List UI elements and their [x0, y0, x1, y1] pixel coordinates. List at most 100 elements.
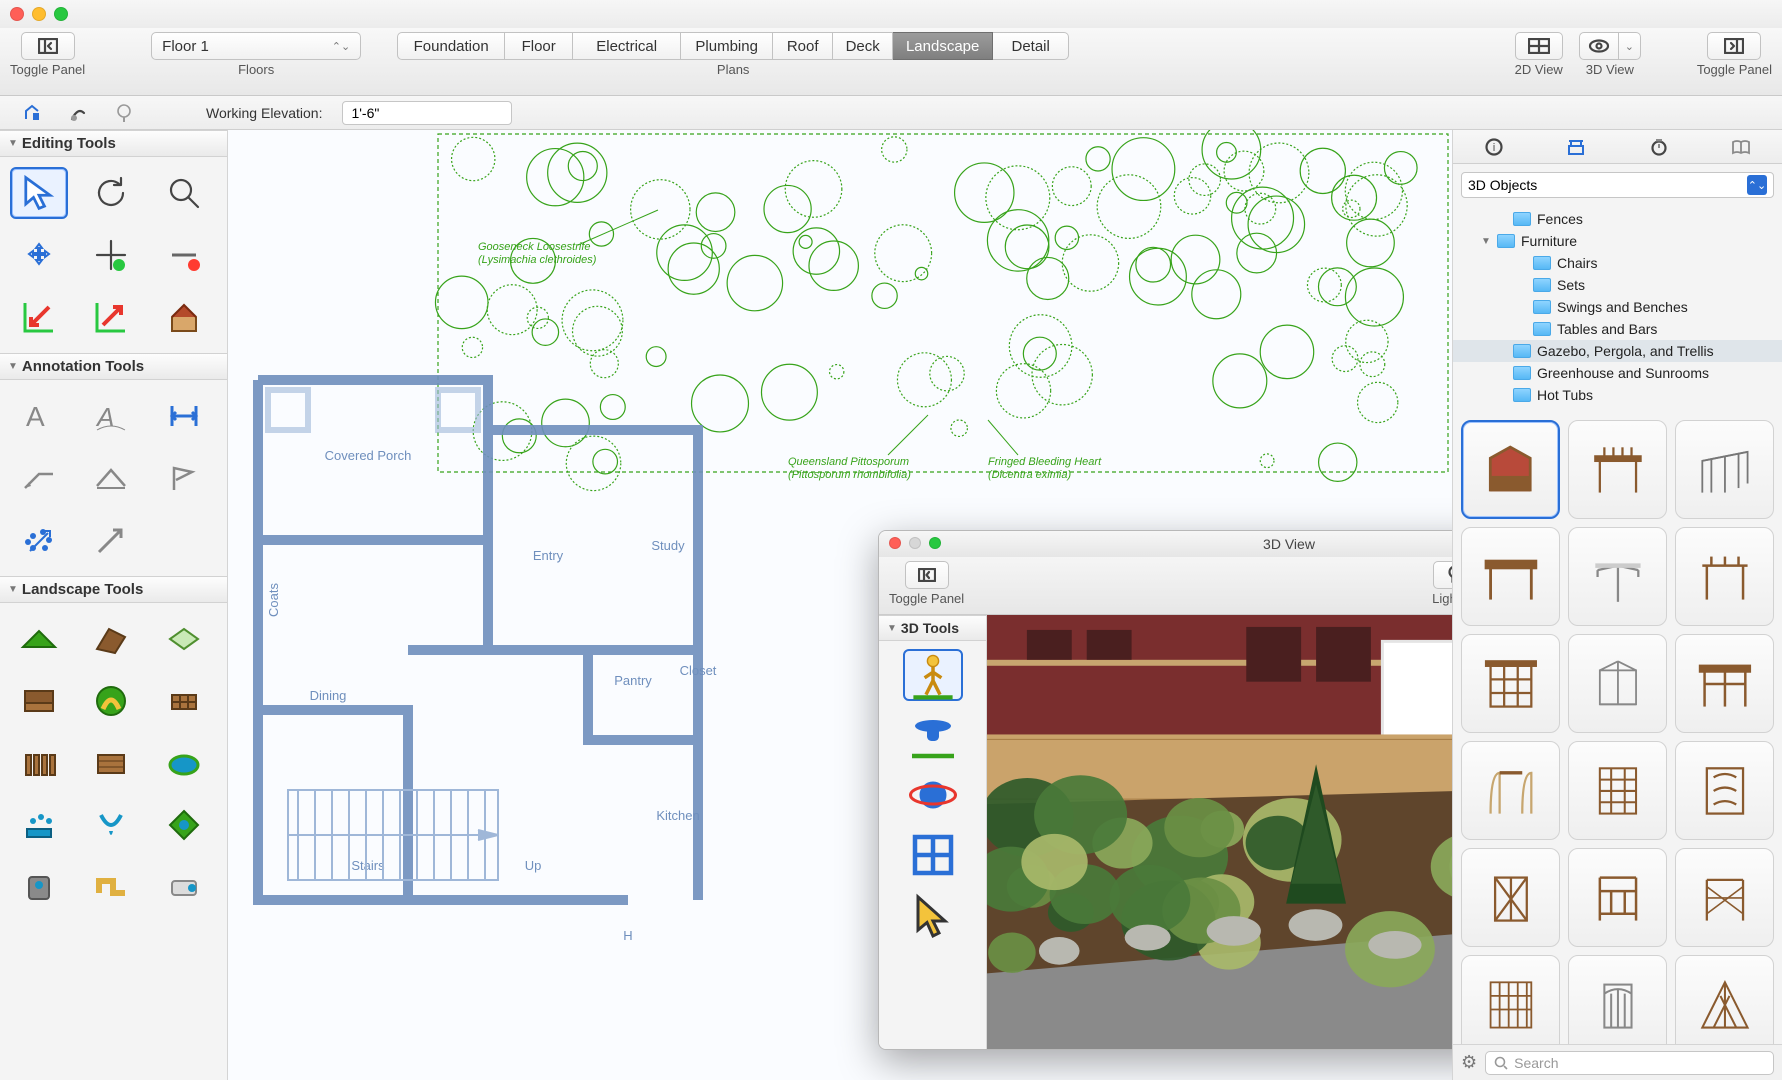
- elevation-input[interactable]: [342, 101, 512, 125]
- close-icon[interactable]: [889, 537, 901, 549]
- tool-snap-red[interactable]: [155, 229, 213, 281]
- tool-house[interactable]: [155, 291, 213, 343]
- tree-node[interactable]: Fences: [1453, 208, 1782, 230]
- section-annotation-tools[interactable]: ▼Annotation Tools: [0, 353, 227, 380]
- tool-fence-panel[interactable]: [82, 737, 140, 789]
- lighting-button[interactable]: [1433, 561, 1452, 589]
- gear-icon[interactable]: ⚙: [1461, 1052, 1477, 1073]
- tool-walkthrough[interactable]: [903, 649, 963, 701]
- tool-path[interactable]: [82, 675, 140, 727]
- minimize-icon[interactable]: [909, 537, 921, 549]
- tool-lot[interactable]: [82, 613, 140, 665]
- tool-roof-annot[interactable]: [82, 452, 140, 504]
- tool-revision-cloud[interactable]: [10, 514, 68, 566]
- plan-tab-deck[interactable]: Deck: [833, 32, 893, 60]
- plan-tab-detail[interactable]: Detail: [993, 32, 1069, 60]
- toggle-left-panel-button[interactable]: [21, 32, 75, 60]
- tool-sprinkler[interactable]: [10, 799, 68, 851]
- tree-node[interactable]: Greenhouse and Sunrooms: [1453, 362, 1782, 384]
- tree-node[interactable]: Swings and Benches: [1453, 296, 1782, 318]
- object-thumb[interactable]: [1568, 741, 1667, 840]
- toggle-panel-3d-button[interactable]: [905, 561, 949, 589]
- tree-node[interactable]: Chairs: [1453, 252, 1782, 274]
- tool-arrow[interactable]: [82, 514, 140, 566]
- search-input[interactable]: Search: [1485, 1051, 1774, 1075]
- tool-wall-in[interactable]: [10, 291, 68, 343]
- object-thumb[interactable]: [1461, 848, 1560, 947]
- object-thumb[interactable]: [1568, 955, 1667, 1044]
- view-3d-button[interactable]: [1579, 32, 1619, 60]
- tool-fence-picket[interactable]: [10, 737, 68, 789]
- tool-bench[interactable]: [10, 675, 68, 727]
- object-thumb[interactable]: [1461, 420, 1560, 519]
- object-thumb[interactable]: [1461, 634, 1560, 733]
- tool-pond[interactable]: [155, 737, 213, 789]
- tool-pan[interactable]: [10, 229, 68, 281]
- close-icon[interactable]: [10, 7, 24, 21]
- tool-pipe[interactable]: [82, 861, 140, 913]
- minimize-icon[interactable]: [32, 7, 46, 21]
- tool-drip[interactable]: [82, 799, 140, 851]
- object-thumb[interactable]: [1675, 955, 1774, 1044]
- object-thumb[interactable]: [1675, 527, 1774, 626]
- object-thumb[interactable]: [1461, 741, 1560, 840]
- floor-select[interactable]: Floor 1 ⌃⌄: [151, 32, 361, 60]
- fullscreen-icon[interactable]: [929, 537, 941, 549]
- canvas-area[interactable]: Gooseneck Loosestrife (Lysimachia clethr…: [228, 130, 1452, 1080]
- tool-retaining[interactable]: [155, 675, 213, 727]
- object-thumb[interactable]: [1568, 848, 1667, 947]
- object-thumb[interactable]: [1675, 741, 1774, 840]
- tool-flag[interactable]: [155, 452, 213, 504]
- plan-tab-plumbing[interactable]: Plumbing: [681, 32, 773, 60]
- tab-info-icon[interactable]: i: [1481, 134, 1507, 160]
- object-thumb[interactable]: [1568, 420, 1667, 519]
- object-thumb[interactable]: [1461, 955, 1560, 1044]
- tool-select-3d[interactable]: [903, 889, 963, 941]
- tab-library-icon[interactable]: [1728, 134, 1754, 160]
- section-landscape-tools[interactable]: ▼Landscape Tools: [0, 576, 227, 603]
- category-tree[interactable]: Fences▼FurnitureChairsSetsSwings and Ben…: [1453, 206, 1782, 412]
- plans-segmented[interactable]: FoundationFloorElectricalPlumbingRoofDec…: [397, 32, 1069, 60]
- tool-wall-out[interactable]: [82, 291, 140, 343]
- object-thumb[interactable]: [1675, 848, 1774, 947]
- mode-paint-icon[interactable]: [66, 101, 90, 125]
- mode-build-icon[interactable]: [20, 101, 44, 125]
- mode-tree-icon[interactable]: [112, 101, 136, 125]
- tool-orbit[interactable]: [903, 769, 963, 821]
- library-select[interactable]: 3D Objects ⌃⌄: [1461, 172, 1774, 198]
- tool-text-arc[interactable]: A: [82, 390, 140, 442]
- tool-select[interactable]: [10, 167, 68, 219]
- tool-valve[interactable]: [155, 799, 213, 851]
- tab-timer-icon[interactable]: [1646, 134, 1672, 160]
- plan-tab-landscape[interactable]: Landscape: [893, 32, 993, 60]
- tool-zoom[interactable]: [155, 167, 213, 219]
- tool-dimension[interactable]: [155, 390, 213, 442]
- window-3d-view[interactable]: 3D View Toggle Panel Lighting ⌄3D Style …: [878, 530, 1452, 1050]
- render-viewport[interactable]: [987, 615, 1452, 1049]
- tool-flyover[interactable]: [903, 709, 963, 761]
- plan-tab-floor[interactable]: Floor: [505, 32, 573, 60]
- tool-text[interactable]: A: [10, 390, 68, 442]
- object-thumb[interactable]: [1461, 527, 1560, 626]
- tree-node[interactable]: ▼Furniture: [1453, 230, 1782, 252]
- window-3d-titlebar[interactable]: 3D View: [879, 531, 1452, 557]
- object-thumb[interactable]: [1675, 420, 1774, 519]
- tree-node[interactable]: Gazebo, Pergola, and Trellis: [1453, 340, 1782, 362]
- tool-snap-green[interactable]: [82, 229, 140, 281]
- tool-meter[interactable]: [155, 861, 213, 913]
- object-thumb[interactable]: [1675, 634, 1774, 733]
- section-3d-tools[interactable]: ▼3D Tools: [879, 615, 986, 641]
- view-3d-menu[interactable]: ⌄: [1619, 32, 1641, 60]
- fullscreen-icon[interactable]: [54, 7, 68, 21]
- tab-objects-icon[interactable]: [1563, 134, 1589, 160]
- plan-tab-foundation[interactable]: Foundation: [397, 32, 505, 60]
- section-editing-tools[interactable]: ▼Editing Tools: [0, 130, 227, 157]
- tool-plan-3d[interactable]: [903, 829, 963, 881]
- tool-rotate[interactable]: [82, 167, 140, 219]
- tool-leader[interactable]: [10, 452, 68, 504]
- plan-tab-electrical[interactable]: Electrical: [573, 32, 681, 60]
- tool-controller[interactable]: [10, 861, 68, 913]
- tree-node[interactable]: Tables and Bars: [1453, 318, 1782, 340]
- tree-node[interactable]: Sets: [1453, 274, 1782, 296]
- tool-terrain[interactable]: [10, 613, 68, 665]
